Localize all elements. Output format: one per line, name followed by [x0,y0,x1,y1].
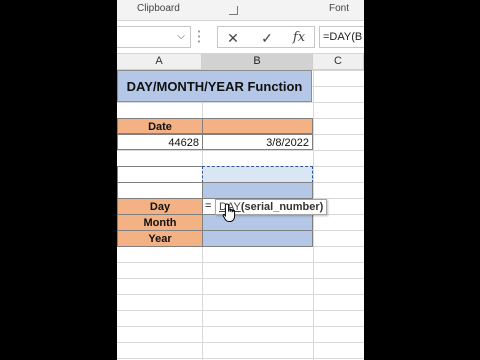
selected-range-cell[interactable] [202,182,313,199]
clipboard-group-label: Clipboard [137,3,180,14]
hand-cursor-icon [222,203,236,222]
drag-handle-icon[interactable] [197,29,201,45]
year-result-cell[interactable] [202,230,313,247]
month-result-cell[interactable] [202,214,313,231]
title-cell[interactable]: DAY/MONTH/YEAR Function [117,70,312,102]
fx-icon[interactable]: fx [288,29,310,47]
date-value-cell[interactable]: 3/8/2022 [202,134,313,150]
date-header-cell[interactable]: Date [117,118,203,134]
formula-input[interactable]: =DAY(B [319,26,364,48]
column-header-b[interactable]: B [202,54,313,70]
function-argument: (serial_number) [240,201,324,213]
formula-bar: ⌵ ✕ ✓ fx =DAY(B [117,21,364,54]
checkmark-icon[interactable]: ✓ [256,29,278,47]
day-label-cell[interactable]: Day [117,198,203,215]
video-letterbox-left [0,0,117,360]
column-header-a[interactable]: A [117,54,202,70]
column-header-c[interactable]: C [313,54,364,70]
ribbon: Clipboard Font [117,0,364,21]
name-box[interactable]: ⌵ [117,26,191,48]
gridline [313,70,314,360]
date-header-cell-b[interactable] [202,118,313,134]
font-group-label: Font [329,3,350,14]
empty-cell[interactable] [117,166,203,183]
chevron-down-icon[interactable]: ⌵ [177,31,185,42]
video-letterbox-right [364,0,480,360]
excel-window: Clipboard Font ⌵ ✕ ✓ fx =DAY(B A B C DAY… [117,0,364,360]
empty-cell[interactable] [117,182,203,199]
year-label-cell[interactable]: Year [117,230,203,247]
formula-buttons: ✕ ✓ fx [217,26,315,48]
serial-value-cell[interactable]: 44628 [117,134,203,150]
month-label-cell[interactable]: Month [117,214,203,231]
cell-edit-text: = [205,200,212,212]
cancel-icon[interactable]: ✕ [222,29,244,47]
dialog-launcher-icon[interactable] [229,6,238,15]
copy-marquee [202,166,313,183]
